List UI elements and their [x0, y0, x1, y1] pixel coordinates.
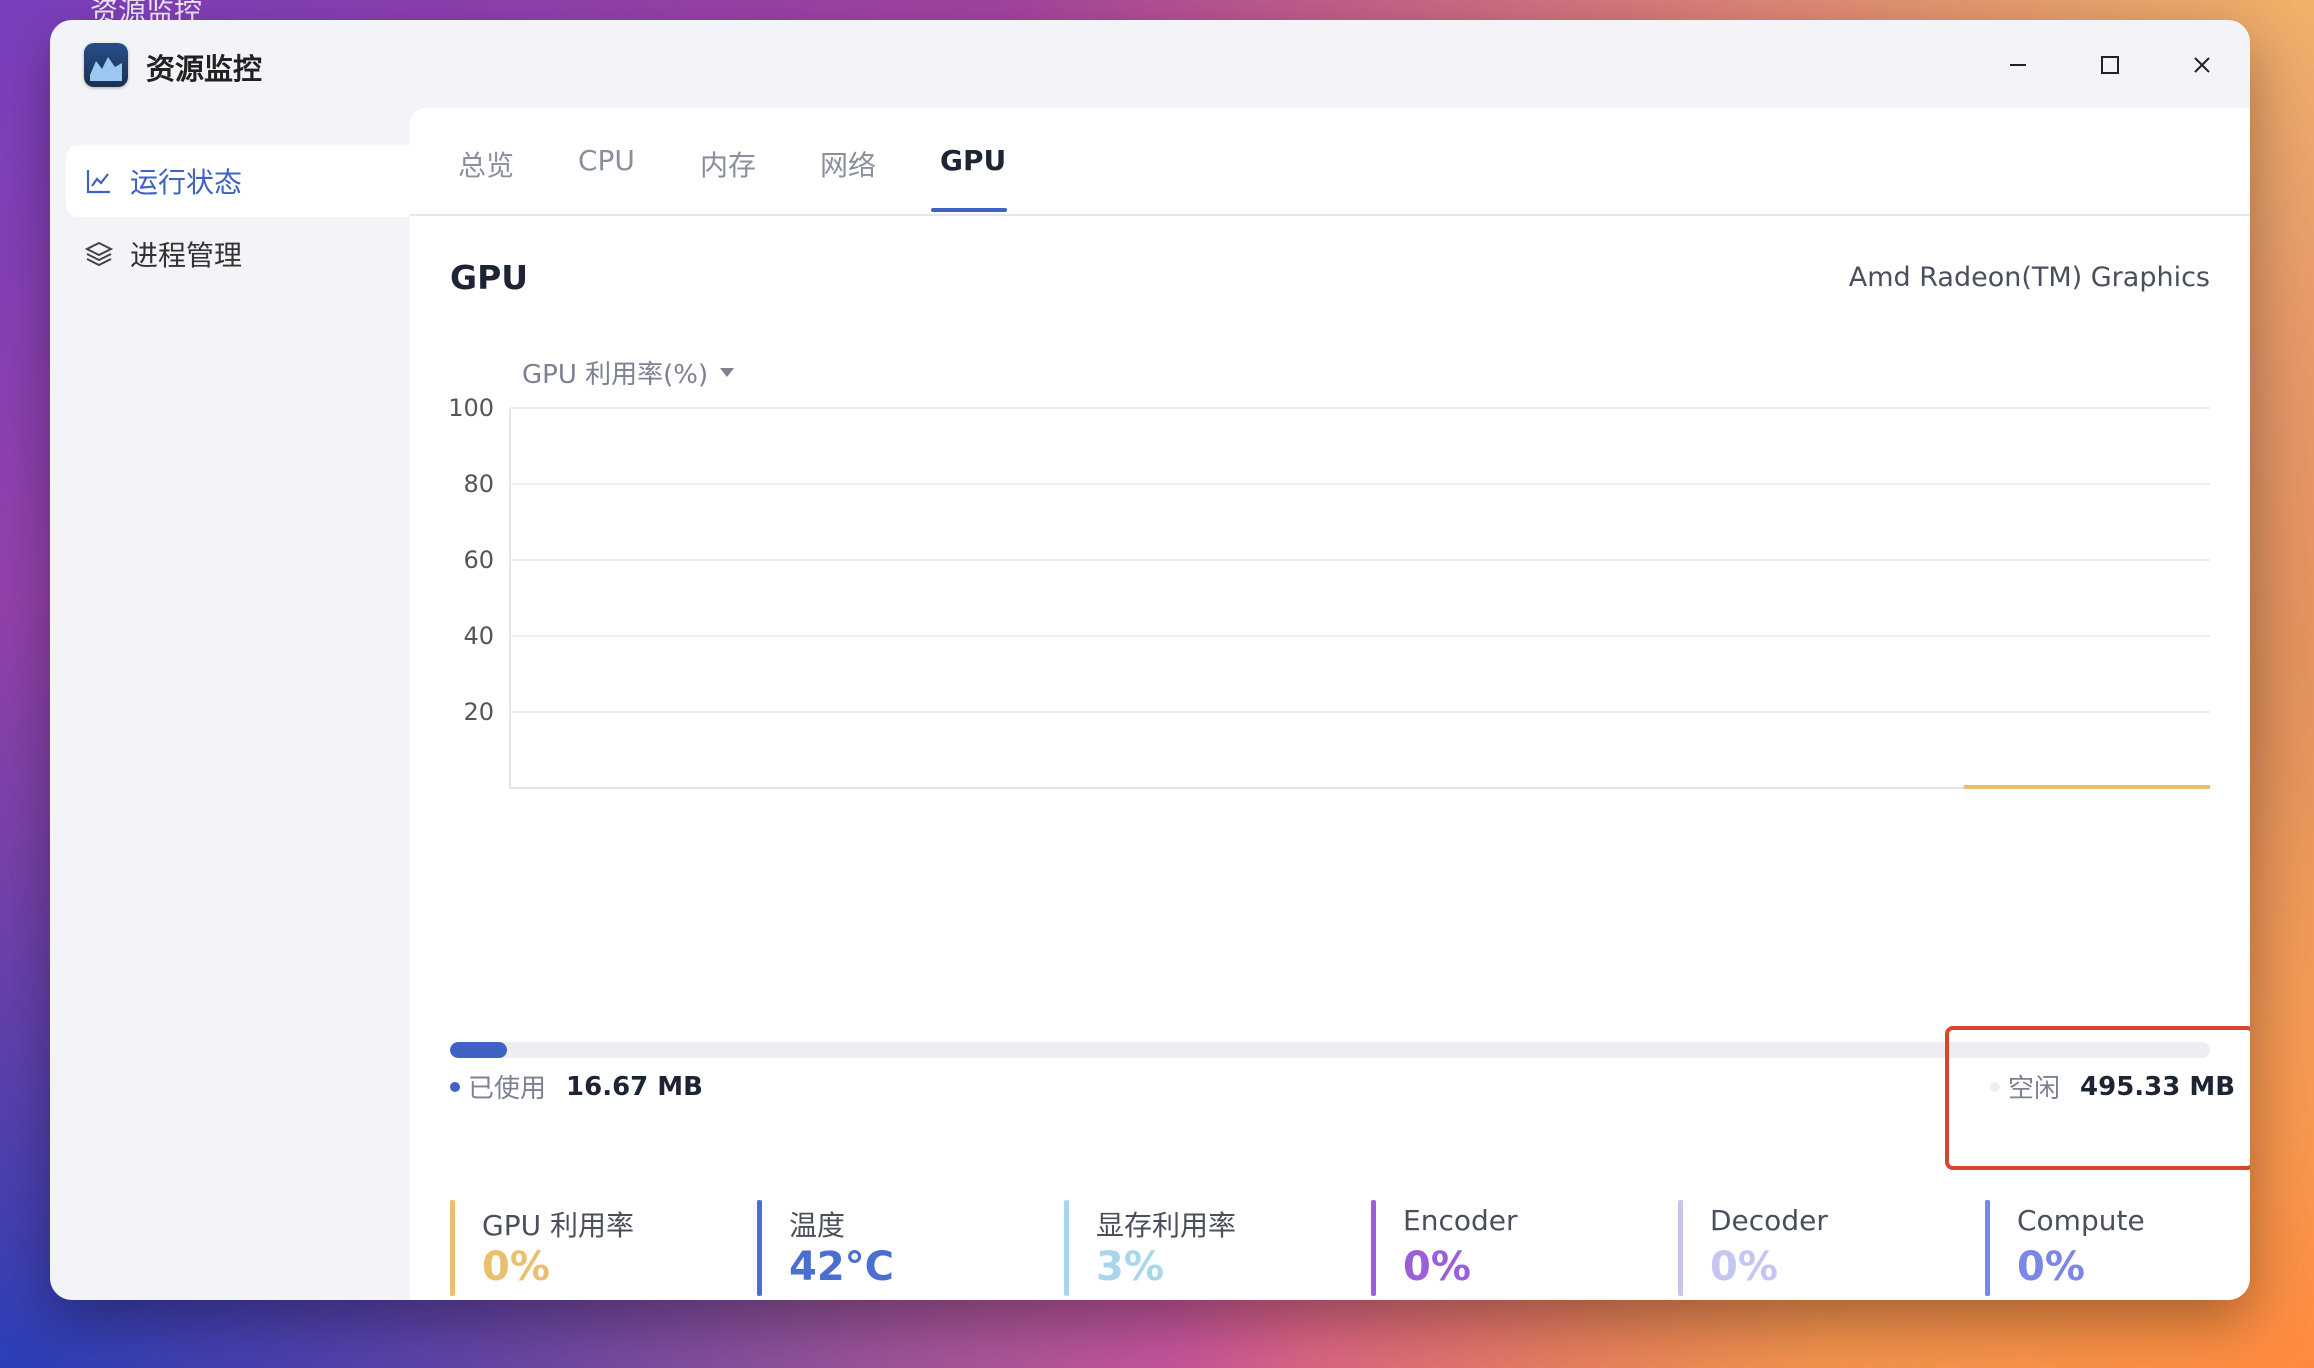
- stat-color-bar: [757, 1200, 762, 1296]
- y-tick-label: 100: [448, 398, 494, 422]
- stat-temperature: 温度 42°C: [757, 1196, 1047, 1296]
- stat-value: 0%: [2017, 1244, 2085, 1290]
- tab-gpu[interactable]: GPU: [940, 144, 1006, 177]
- used-dot-icon: [450, 1081, 460, 1092]
- chart-svg: 100 80 60 40 20: [448, 394, 2210, 789]
- caret-down-icon: [720, 368, 735, 377]
- stat-color-bar: [1064, 1200, 1069, 1296]
- close-icon: [2194, 57, 2210, 73]
- stat-color-bar: [450, 1200, 455, 1296]
- y-tick-label: 80: [463, 470, 494, 498]
- tab-network[interactable]: 网络: [820, 144, 876, 184]
- stat-name: GPU 利用率: [482, 1209, 634, 1242]
- stat-name: 显存利用率: [1096, 1209, 1237, 1242]
- main-content: 总览 CPU 内存 网络 GPU GPU Amd Radeon(TM) Grap…: [410, 108, 2250, 1300]
- stat-name: Compute: [2017, 1204, 2145, 1237]
- maximize-button[interactable]: [2085, 40, 2135, 90]
- y-tick-label: 40: [463, 622, 494, 650]
- stat-value: 3%: [1096, 1244, 1164, 1290]
- metric-dropdown-label: GPU 利用率(%): [522, 360, 709, 390]
- sidebar: 运行状态 进程管理: [50, 110, 444, 1300]
- metric-dropdown[interactable]: GPU 利用率(%): [522, 354, 735, 391]
- stat-color-bar: [1985, 1200, 1990, 1296]
- stats-row: GPU 利用率 0% 温度 42°C 显存利用率 3% Encoder 0% D…: [450, 1196, 2250, 1296]
- memory-used-value: 16.67 MB: [566, 1071, 703, 1102]
- maximize-icon: [2101, 56, 2119, 74]
- layers-icon: [84, 241, 114, 267]
- section-title: GPU: [450, 258, 529, 297]
- gpu-device-name: Amd Radeon(TM) Graphics: [1848, 262, 2210, 293]
- minimize-icon: [2010, 64, 2026, 66]
- stat-compute: Compute 0%: [1985, 1196, 2250, 1296]
- app-icon: [84, 43, 128, 87]
- stat-value: 0%: [482, 1244, 550, 1290]
- memory-used-label: 已使用: [468, 1074, 547, 1104]
- stat-color-bar: [1371, 1200, 1376, 1296]
- y-tick-label: 60: [463, 546, 494, 574]
- close-button[interactable]: [2177, 40, 2227, 90]
- sidebar-item-status[interactable]: 运行状态: [66, 145, 444, 217]
- memory-used: 已使用 16.67 MB: [450, 1068, 703, 1105]
- sidebar-item-label: 进程管理: [130, 239, 243, 272]
- stat-color-bar: [1678, 1200, 1683, 1296]
- gpu-usage-chart: 100 80 60 40 20: [410, 394, 2250, 838]
- tab-memory[interactable]: 内存: [700, 144, 756, 184]
- stat-value: 42°C: [789, 1244, 895, 1290]
- chart-axis: [509, 408, 2210, 789]
- resource-monitor-window: 资源监控 运行状态 进程管理 总览 CPU 内存 网络 GPU GPU Amd …: [50, 20, 2250, 1300]
- minimize-button[interactable]: [1993, 40, 2043, 90]
- app-title: 资源监控: [146, 52, 263, 86]
- sidebar-item-processes[interactable]: 进程管理: [66, 218, 444, 290]
- stat-vram-usage: 显存利用率 3%: [1064, 1196, 1354, 1296]
- memory-usage-fill: [450, 1042, 508, 1058]
- active-tab-indicator: [931, 208, 1007, 212]
- stat-value: 0%: [1710, 1244, 1778, 1290]
- title-bar: 资源监控: [50, 20, 2250, 110]
- tab-overview[interactable]: 总览: [458, 144, 514, 184]
- stat-encoder: Encoder 0%: [1371, 1196, 1661, 1296]
- tab-cpu[interactable]: CPU: [578, 144, 635, 177]
- line-chart-icon: [86, 170, 110, 194]
- tab-bar: 总览 CPU 内存 网络 GPU: [410, 108, 2250, 216]
- stat-name: Decoder: [1710, 1204, 1828, 1237]
- stat-name: 温度: [789, 1209, 846, 1242]
- stat-value: 0%: [1403, 1244, 1471, 1290]
- highlight-annotation-box: [1945, 1026, 2250, 1170]
- stat-gpu-usage: GPU 利用率 0%: [450, 1196, 740, 1296]
- sidebar-item-label: 运行状态: [130, 166, 243, 199]
- y-tick-label: 20: [463, 698, 494, 726]
- stat-name: Encoder: [1403, 1204, 1518, 1237]
- stat-decoder: Decoder 0%: [1678, 1196, 1968, 1296]
